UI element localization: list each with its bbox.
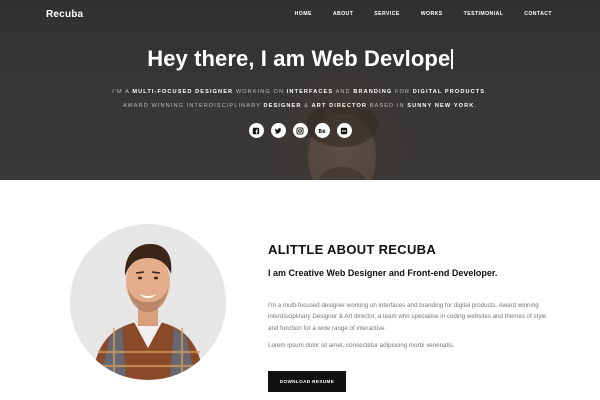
hero-desc-highlight: DESIGNER [263,102,302,109]
about-section: ALITTLE ABOUT RECUBA I am Creative Web D… [0,180,600,400]
nav-item-home[interactable]: HOME [295,11,312,17]
nav-item-works[interactable]: WORKS [421,11,443,17]
nav-item-service[interactable]: SERVICE [374,11,399,17]
svg-text:Bē: Bē [318,128,326,134]
instagram-icon[interactable] [292,123,308,138]
profile-photo-illustration [70,224,226,380]
download-resume-button[interactable]: DOWNLOAD RESUME [268,371,346,392]
hero-desc-text: BASED IN [367,102,408,109]
nav-menu: HOME ABOUT SERVICE WORKS TESTIMONIAL CON… [274,11,552,17]
hero-desc-highlight: INTERFACES [286,89,334,95]
typing-caret [451,49,453,69]
hero-title: Hey there, I am Web Devlope [0,46,600,72]
about-subheading: I am Creative Web Designer and Front-end… [268,268,498,278]
hero-desc-text: FOR [392,89,413,95]
facebook-icon[interactable] [248,123,264,138]
about-heading: ALITTLE ABOUT RECUBA [268,242,437,257]
nav-item-testimonial[interactable]: TESTIMONIAL [464,11,504,17]
hero-desc-text: . [474,102,478,109]
hero-description: I'm a MULTI-FOCUSED DESIGNER WORKING ON … [100,86,500,113]
hero-section: Recuba HOME ABOUT SERVICE WORKS TESTIMON… [0,0,600,180]
hero-title-text: Hey there, I am Web Devlope [147,46,451,71]
hero-desc-highlight: MULTI-FOCUSED DESIGNER [132,89,234,95]
top-navbar: Recuba HOME ABOUT SERVICE WORKS TESTIMON… [0,0,600,30]
twitter-icon[interactable] [270,123,286,138]
hero-desc-highlight: SUNNY NEW YORK [407,102,475,109]
brand-logo[interactable]: Recuba [46,9,83,20]
hero-desc-text: & [301,102,312,109]
nav-item-about[interactable]: ABOUT [333,11,353,17]
nav-item-contact[interactable]: CONTACT [524,11,552,17]
social-links: Bē [0,123,600,138]
flickr-icon[interactable] [336,123,352,138]
hero-desc-text: AND [333,89,354,95]
about-paragraph-secondary: Lorem ipsum dolor sit amet, consectetur … [268,342,455,349]
profile-photo [70,224,226,380]
behance-icon[interactable]: Bē [314,123,330,138]
about-paragraph: I'm a multi-focused designer working on … [268,302,547,332]
hero-desc-text: WORKING ON [233,89,287,95]
hero-desc-highlight: ART DIRECTOR [311,102,368,109]
hero-desc-highlight: BRANDING [353,89,393,95]
hero-desc-highlight: DIGITAL PRODUCTS [412,89,486,95]
hero-desc-text: I'm a [112,89,133,95]
